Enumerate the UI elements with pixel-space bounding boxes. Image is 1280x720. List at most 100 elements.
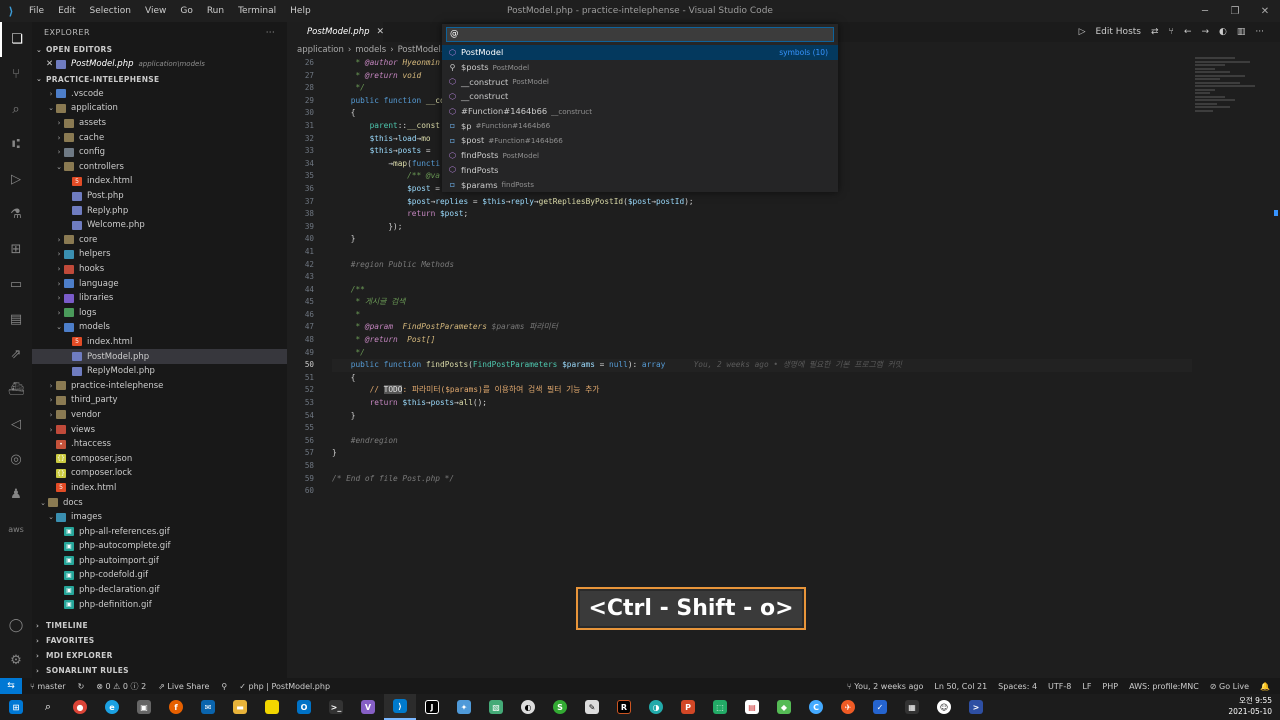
quickpick-item[interactable]: ⬡ findPosts PostModel: [442, 148, 838, 163]
git-graph-icon[interactable]: ⑆: [0, 127, 32, 162]
app-icon[interactable]: ▣: [128, 694, 160, 720]
quickpick-item[interactable]: ▫ $p #Function#1464b66: [442, 118, 838, 133]
sonarlint-icon[interactable]: ◁: [0, 407, 32, 442]
menu-file[interactable]: File: [22, 0, 51, 22]
tree-file[interactable]: ▣ php-declaration.gif: [32, 583, 287, 598]
tree-folder[interactable]: › libraries: [32, 291, 287, 306]
language-mode[interactable]: PHP: [1102, 682, 1118, 691]
git-icon[interactable]: ⑂: [1169, 27, 1174, 37]
favorites-section[interactable]: › FAVORITES: [32, 633, 287, 648]
jetbrains-icon[interactable]: J: [416, 694, 448, 720]
compare-icon[interactable]: ⇄: [1151, 27, 1159, 37]
chrome-icon[interactable]: ●: [64, 694, 96, 720]
tree-folder[interactable]: › logs: [32, 306, 287, 321]
circle-icon[interactable]: ◐: [1219, 27, 1227, 37]
minimap[interactable]: [1195, 57, 1265, 147]
quickpick-item[interactable]: ⬡ #Function#1464b66 __construct: [442, 104, 838, 119]
problems-status[interactable]: ⊗ 0 ⚠ 0 ⓘ 2: [96, 681, 146, 692]
tree-file[interactable]: ▣ php-autoimport.gif: [32, 554, 287, 569]
open-editor-item[interactable]: ✕ PostModel.php application\models: [32, 57, 287, 72]
tree-file[interactable]: {} composer.lock: [32, 466, 287, 481]
timeline-section[interactable]: › TIMELINE: [32, 618, 287, 633]
notes-icon[interactable]: ▤: [0, 302, 32, 337]
run-icon[interactable]: ▷: [1079, 27, 1086, 37]
tree-file[interactable]: • .htaccess: [32, 437, 287, 452]
notifications-icon[interactable]: 🔔: [1260, 682, 1270, 691]
close-tab-icon[interactable]: ✕: [377, 27, 385, 37]
tree-folder[interactable]: ⌄ images: [32, 510, 287, 525]
aws-icon[interactable]: aws: [0, 512, 32, 547]
minimize-icon[interactable]: ─: [1190, 0, 1220, 22]
powerpoint-icon[interactable]: P: [672, 694, 704, 720]
aws-profile-status[interactable]: AWS: profile:MNC: [1129, 682, 1199, 691]
quickpick-item[interactable]: ⬡ __construct PostModel: [442, 74, 838, 89]
file-explorer-icon[interactable]: ▬: [224, 694, 256, 720]
quickpick-item[interactable]: ⬡ findPosts: [442, 163, 838, 178]
quickpick-item[interactable]: ▫ $params findPosts: [442, 177, 838, 192]
menu-run[interactable]: Run: [200, 0, 231, 22]
tree-file[interactable]: ▣ php-all-references.gif: [32, 524, 287, 539]
git-icon[interactable]: ✦: [448, 694, 480, 720]
scrollbar-marker[interactable]: [1274, 210, 1278, 216]
app3-icon[interactable]: ◐: [512, 694, 544, 720]
explorer-icon[interactable]: ❏: [0, 22, 32, 57]
tree-folder[interactable]: › cache: [32, 130, 287, 145]
app4-icon[interactable]: S: [544, 694, 576, 720]
app6-icon[interactable]: ◑: [640, 694, 672, 720]
app9-icon[interactable]: ◆: [768, 694, 800, 720]
plug-icon[interactable]: ⚲: [221, 682, 227, 691]
branch-status[interactable]: ⑂ master: [30, 682, 66, 691]
tree-folder[interactable]: › hooks: [32, 262, 287, 277]
tree-folder[interactable]: › language: [32, 276, 287, 291]
tree-folder[interactable]: ⌄ controllers: [32, 160, 287, 175]
remote-explorer-icon[interactable]: ▭: [0, 267, 32, 302]
close-icon[interactable]: ✕: [1250, 0, 1280, 22]
system-clock[interactable]: 오전 9:55 2021-05-10: [1228, 695, 1272, 717]
source-control-icon[interactable]: ⑂: [0, 57, 32, 92]
open-editors-section[interactable]: ⌄ OPEN EDITORS: [32, 42, 287, 57]
breadcrumb-models[interactable]: models: [355, 45, 386, 55]
go-live-button[interactable]: ⊘ Go Live: [1210, 682, 1249, 691]
remote-indicator-icon[interactable]: ⇆: [0, 678, 22, 694]
tree-file[interactable]: Welcome.php: [32, 218, 287, 233]
menu-terminal[interactable]: Terminal: [231, 0, 283, 22]
powershell-icon[interactable]: >: [960, 694, 992, 720]
quickpick-input[interactable]: @: [446, 27, 834, 42]
blame-status[interactable]: ⑂ You, 2 weeks ago: [847, 682, 923, 691]
cursor-position[interactable]: Ln 50, Col 21: [934, 682, 987, 691]
settings-sync-icon[interactable]: ◎: [0, 442, 32, 477]
vscode-taskbar-icon[interactable]: ⟩: [384, 694, 416, 720]
tree-file[interactable]: Reply.php: [32, 203, 287, 218]
php-crumb[interactable]: ✓ php | PostModel.php: [239, 682, 330, 691]
search-icon[interactable]: ⌕: [0, 92, 32, 127]
testing-icon[interactable]: ⚗: [0, 197, 32, 232]
tree-file[interactable]: PostModel.php: [32, 349, 287, 364]
extensions-icon[interactable]: ⊞: [0, 232, 32, 267]
tree-file[interactable]: ▣ php-codefold.gif: [32, 568, 287, 583]
edit-hosts-button[interactable]: Edit Hosts: [1096, 27, 1141, 37]
mdi-explorer-section[interactable]: › MDI EXPLORER: [32, 648, 287, 663]
split-editor-icon[interactable]: ▥: [1237, 27, 1246, 37]
tree-file[interactable]: 5 index.html: [32, 174, 287, 189]
visual-studio-icon[interactable]: V: [352, 694, 384, 720]
sticky-notes-icon[interactable]: [256, 694, 288, 720]
tree-folder[interactable]: › assets: [32, 116, 287, 131]
tab-postmodel[interactable]: PostModel.php ✕: [287, 22, 385, 42]
quickpick-item[interactable]: ▫ $post #Function#1464b66: [442, 133, 838, 148]
menu-selection[interactable]: Selection: [83, 0, 138, 22]
live-share-icon[interactable]: ⇗: [0, 337, 32, 372]
tree-file[interactable]: {} composer.json: [32, 451, 287, 466]
edge-icon[interactable]: e: [96, 694, 128, 720]
gear-icon[interactable]: ⚙: [0, 643, 32, 678]
docker-icon[interactable]: ⛴: [0, 372, 32, 407]
tree-folder[interactable]: › helpers: [32, 247, 287, 262]
forward-icon[interactable]: →: [1201, 27, 1209, 37]
tree-folder[interactable]: ⌄ models: [32, 320, 287, 335]
live-share-status[interactable]: ⇗ Live Share: [158, 682, 209, 691]
tree-folder[interactable]: › practice-intelephense: [32, 378, 287, 393]
outlook-icon[interactable]: O: [288, 694, 320, 720]
menu-view[interactable]: View: [138, 0, 173, 22]
breadcrumb-application[interactable]: application: [297, 45, 344, 55]
encoding-status[interactable]: UTF-8: [1048, 682, 1071, 691]
bookmark-icon[interactable]: ♟: [0, 477, 32, 512]
